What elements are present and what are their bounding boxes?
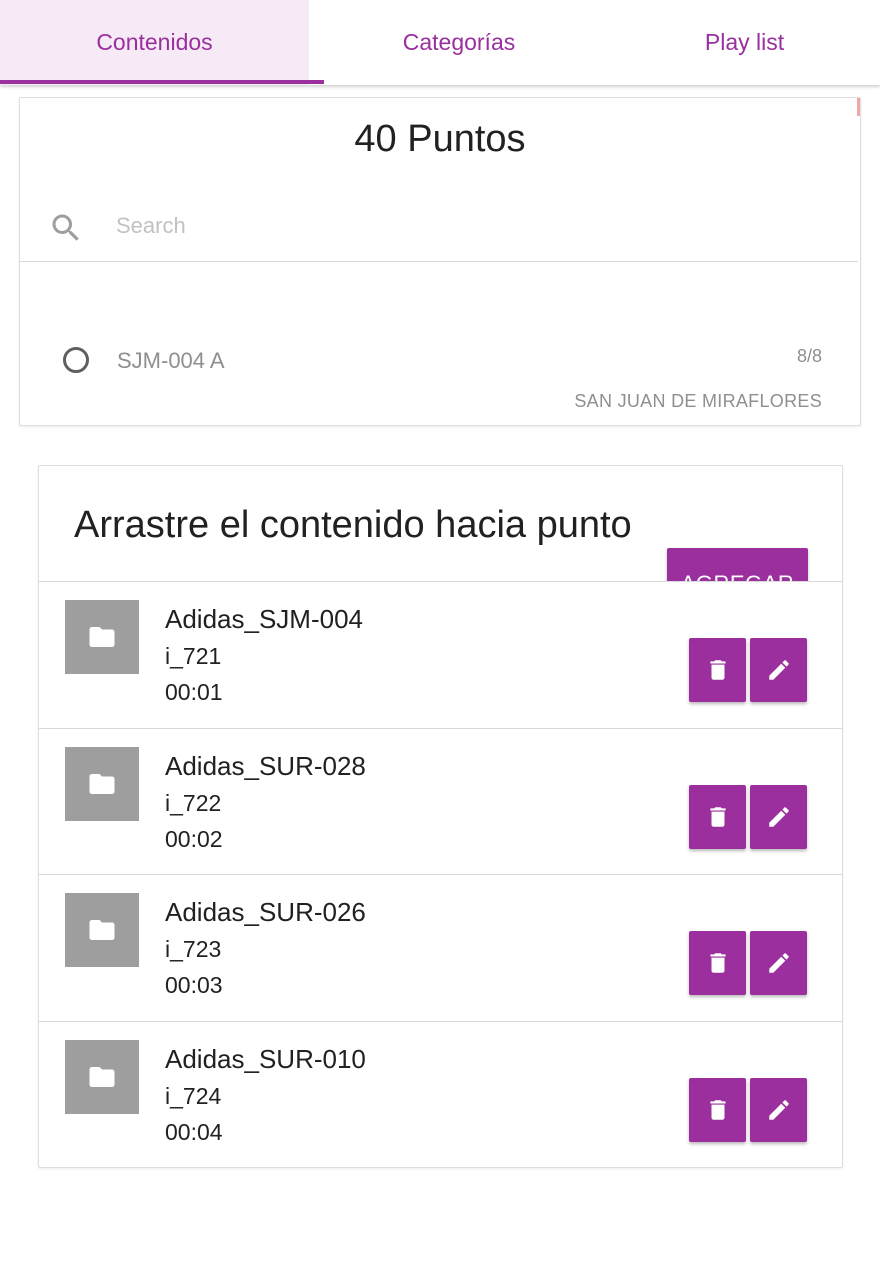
folder-icon	[89, 773, 115, 794]
tab-label: Categorías	[402, 29, 516, 55]
folder-icon	[89, 920, 115, 940]
trash-icon	[709, 953, 726, 973]
tab-label: Contenidos	[96, 29, 213, 55]
content-name: Adidas_SUR-010	[165, 1043, 366, 1074]
content-thumbnail	[65, 746, 139, 821]
content-id: i_724	[165, 1082, 222, 1109]
points-title: 40 Puntos	[354, 118, 526, 160]
point-count: 8/8	[796, 346, 822, 366]
content-row[interactable]: Adidas_SUR-028 i_722 00:02	[39, 729, 842, 875]
trash-icon	[709, 1099, 726, 1120]
add-button[interactable]: AGREGAR	[667, 548, 808, 581]
content-duration: 00:01	[165, 679, 223, 705]
pencil-icon	[768, 660, 789, 680]
content-name: Adidas_SUR-028	[165, 750, 366, 781]
edit-button[interactable]	[750, 1077, 807, 1142]
folder-icon	[89, 1066, 115, 1087]
delete-button[interactable]	[689, 1077, 746, 1142]
delete-button[interactable]	[689, 931, 746, 995]
tab-contenidos[interactable]: Contenidos	[0, 0, 309, 85]
point-radio[interactable]	[63, 347, 89, 373]
pencil-icon	[768, 1099, 789, 1120]
search-icon	[52, 214, 79, 241]
content-name: Adidas_SUR-026	[165, 897, 366, 927]
content-duration: 00:04	[165, 1118, 223, 1145]
delete-button[interactable]	[689, 784, 746, 849]
content-id: i_721	[165, 643, 222, 669]
content-duration: 00:03	[165, 972, 223, 998]
content-thumbnail	[65, 893, 139, 967]
content-row[interactable]: Adidas_SUR-010 i_724 00:04	[39, 1022, 842, 1168]
content-card: Arrastre el contenido hacia punto AGREGA…	[38, 465, 843, 1168]
trash-icon	[709, 660, 726, 680]
edit-button[interactable]	[750, 784, 807, 849]
pencil-icon	[768, 806, 789, 827]
point-district: SAN JUAN DE MIRAFLORES	[574, 391, 822, 411]
active-tab-indicator	[0, 80, 324, 84]
search-input[interactable]	[116, 206, 816, 246]
content-thumbnail	[65, 600, 139, 674]
content-duration: 00:02	[165, 825, 223, 852]
edit-button[interactable]	[750, 638, 807, 702]
content-header: Arrastre el contenido hacia punto AGREGA…	[39, 466, 842, 582]
edit-button[interactable]	[750, 931, 807, 995]
points-card: 40 Puntos SJM-004 A 8/8 SAN JUAN DE MIRA…	[19, 97, 861, 426]
tab-play-list[interactable]: Play list	[609, 0, 880, 85]
scroll-indicator	[857, 98, 860, 116]
tab-label: Play list	[704, 29, 785, 55]
point-name: SJM-004 A	[117, 348, 225, 373]
content-id: i_723	[165, 936, 222, 962]
delete-button[interactable]	[689, 638, 746, 702]
content-row[interactable]: Adidas_SUR-026 i_723 00:03	[39, 875, 842, 1022]
content-id: i_722	[165, 789, 222, 816]
content-name: Adidas_SJM-004	[165, 604, 363, 634]
content-thumbnail	[65, 1039, 139, 1114]
content-row[interactable]: Adidas_SJM-004 i_721 00:01	[39, 582, 842, 729]
trash-icon	[709, 806, 726, 827]
tab-bar: Contenidos Categorías Play list	[0, 0, 880, 85]
folder-icon	[89, 627, 115, 647]
pencil-icon	[768, 953, 789, 973]
point-list-item[interactable]: SJM-004 A 8/8 SAN JUAN DE MIRAFLORES	[20, 328, 860, 418]
search-bar	[20, 198, 858, 262]
tab-categorias[interactable]: Categorías	[309, 0, 609, 85]
content-title: Arrastre el contenido hacia punto	[74, 504, 632, 546]
content-list: Adidas_SJM-004 i_721 00:01 Adidas_SUR-02…	[39, 582, 842, 1168]
